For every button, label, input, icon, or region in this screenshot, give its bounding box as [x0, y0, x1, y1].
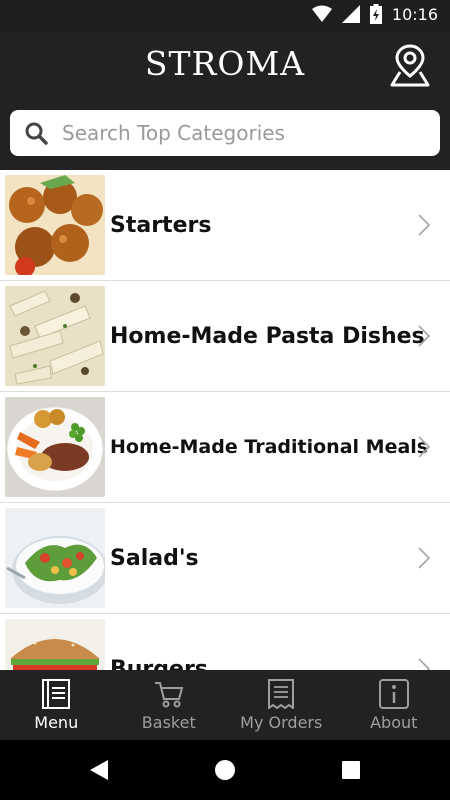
category-label: Home-Made Pasta Dishes: [110, 323, 425, 349]
nav-about[interactable]: About: [338, 670, 450, 740]
chevron-right-icon: [418, 214, 430, 236]
status-icons: 10:16: [311, 4, 438, 24]
category-row-pasta[interactable]: Home-Made Pasta Dishes: [0, 281, 450, 392]
home-icon[interactable]: [214, 758, 236, 782]
burger-image: [5, 619, 105, 670]
signal-icon: [341, 5, 360, 23]
battery-icon: [369, 4, 382, 24]
cart-icon: [154, 682, 184, 708]
chevron-right-icon: [418, 547, 430, 569]
nav-label: Basket: [141, 713, 196, 732]
category-row-burgers[interactable]: Burgers: [0, 614, 450, 670]
chevron-right-icon: [418, 658, 430, 670]
location-button[interactable]: [388, 42, 432, 88]
nav-my-orders[interactable]: My Orders: [225, 670, 338, 740]
menu-book-icon: [42, 679, 71, 709]
info-icon: [378, 679, 409, 709]
back-icon[interactable]: [88, 758, 110, 782]
pasta-image: [5, 286, 105, 386]
search-bar: [10, 110, 440, 156]
status-bar: 10:16: [0, 0, 450, 32]
app-header: STROMA: [0, 32, 450, 170]
category-label: Home-Made Traditional Meals: [110, 436, 429, 458]
receipt-icon: [268, 679, 295, 709]
category-row-traditional[interactable]: Home-Made Traditional Meals: [0, 392, 450, 503]
map-pin-icon: [390, 44, 430, 87]
category-label: Salad's: [110, 545, 199, 571]
system-navigation-bar: [0, 740, 450, 800]
brand-title: STROMA: [144, 44, 306, 83]
salad-image: [5, 508, 105, 608]
nav-label: My Orders: [240, 713, 323, 732]
category-row-salads[interactable]: Salad's: [0, 503, 450, 614]
nav-menu[interactable]: Menu: [0, 670, 113, 740]
category-row-starters[interactable]: Starters: [0, 170, 450, 281]
category-label: Starters: [110, 212, 212, 238]
starters-image: [5, 175, 105, 275]
status-time: 10:16: [391, 4, 438, 24]
chevron-right-icon: [418, 436, 430, 458]
nav-label: Menu: [34, 713, 79, 732]
nav-label: About: [370, 713, 418, 732]
traditional-meal-image: [5, 397, 105, 497]
search-icon: [25, 122, 48, 145]
nav-basket[interactable]: Basket: [113, 670, 226, 740]
chevron-right-icon: [418, 325, 430, 347]
category-label: Burgers: [110, 656, 208, 671]
recents-icon[interactable]: [340, 758, 362, 782]
bottom-navigation: Menu Basket My Orders About: [0, 670, 450, 740]
search-input[interactable]: [60, 120, 440, 146]
wifi-icon: [311, 5, 332, 22]
category-list: Starters Home-Made Pasta Dishes Home-Mad…: [0, 170, 450, 670]
